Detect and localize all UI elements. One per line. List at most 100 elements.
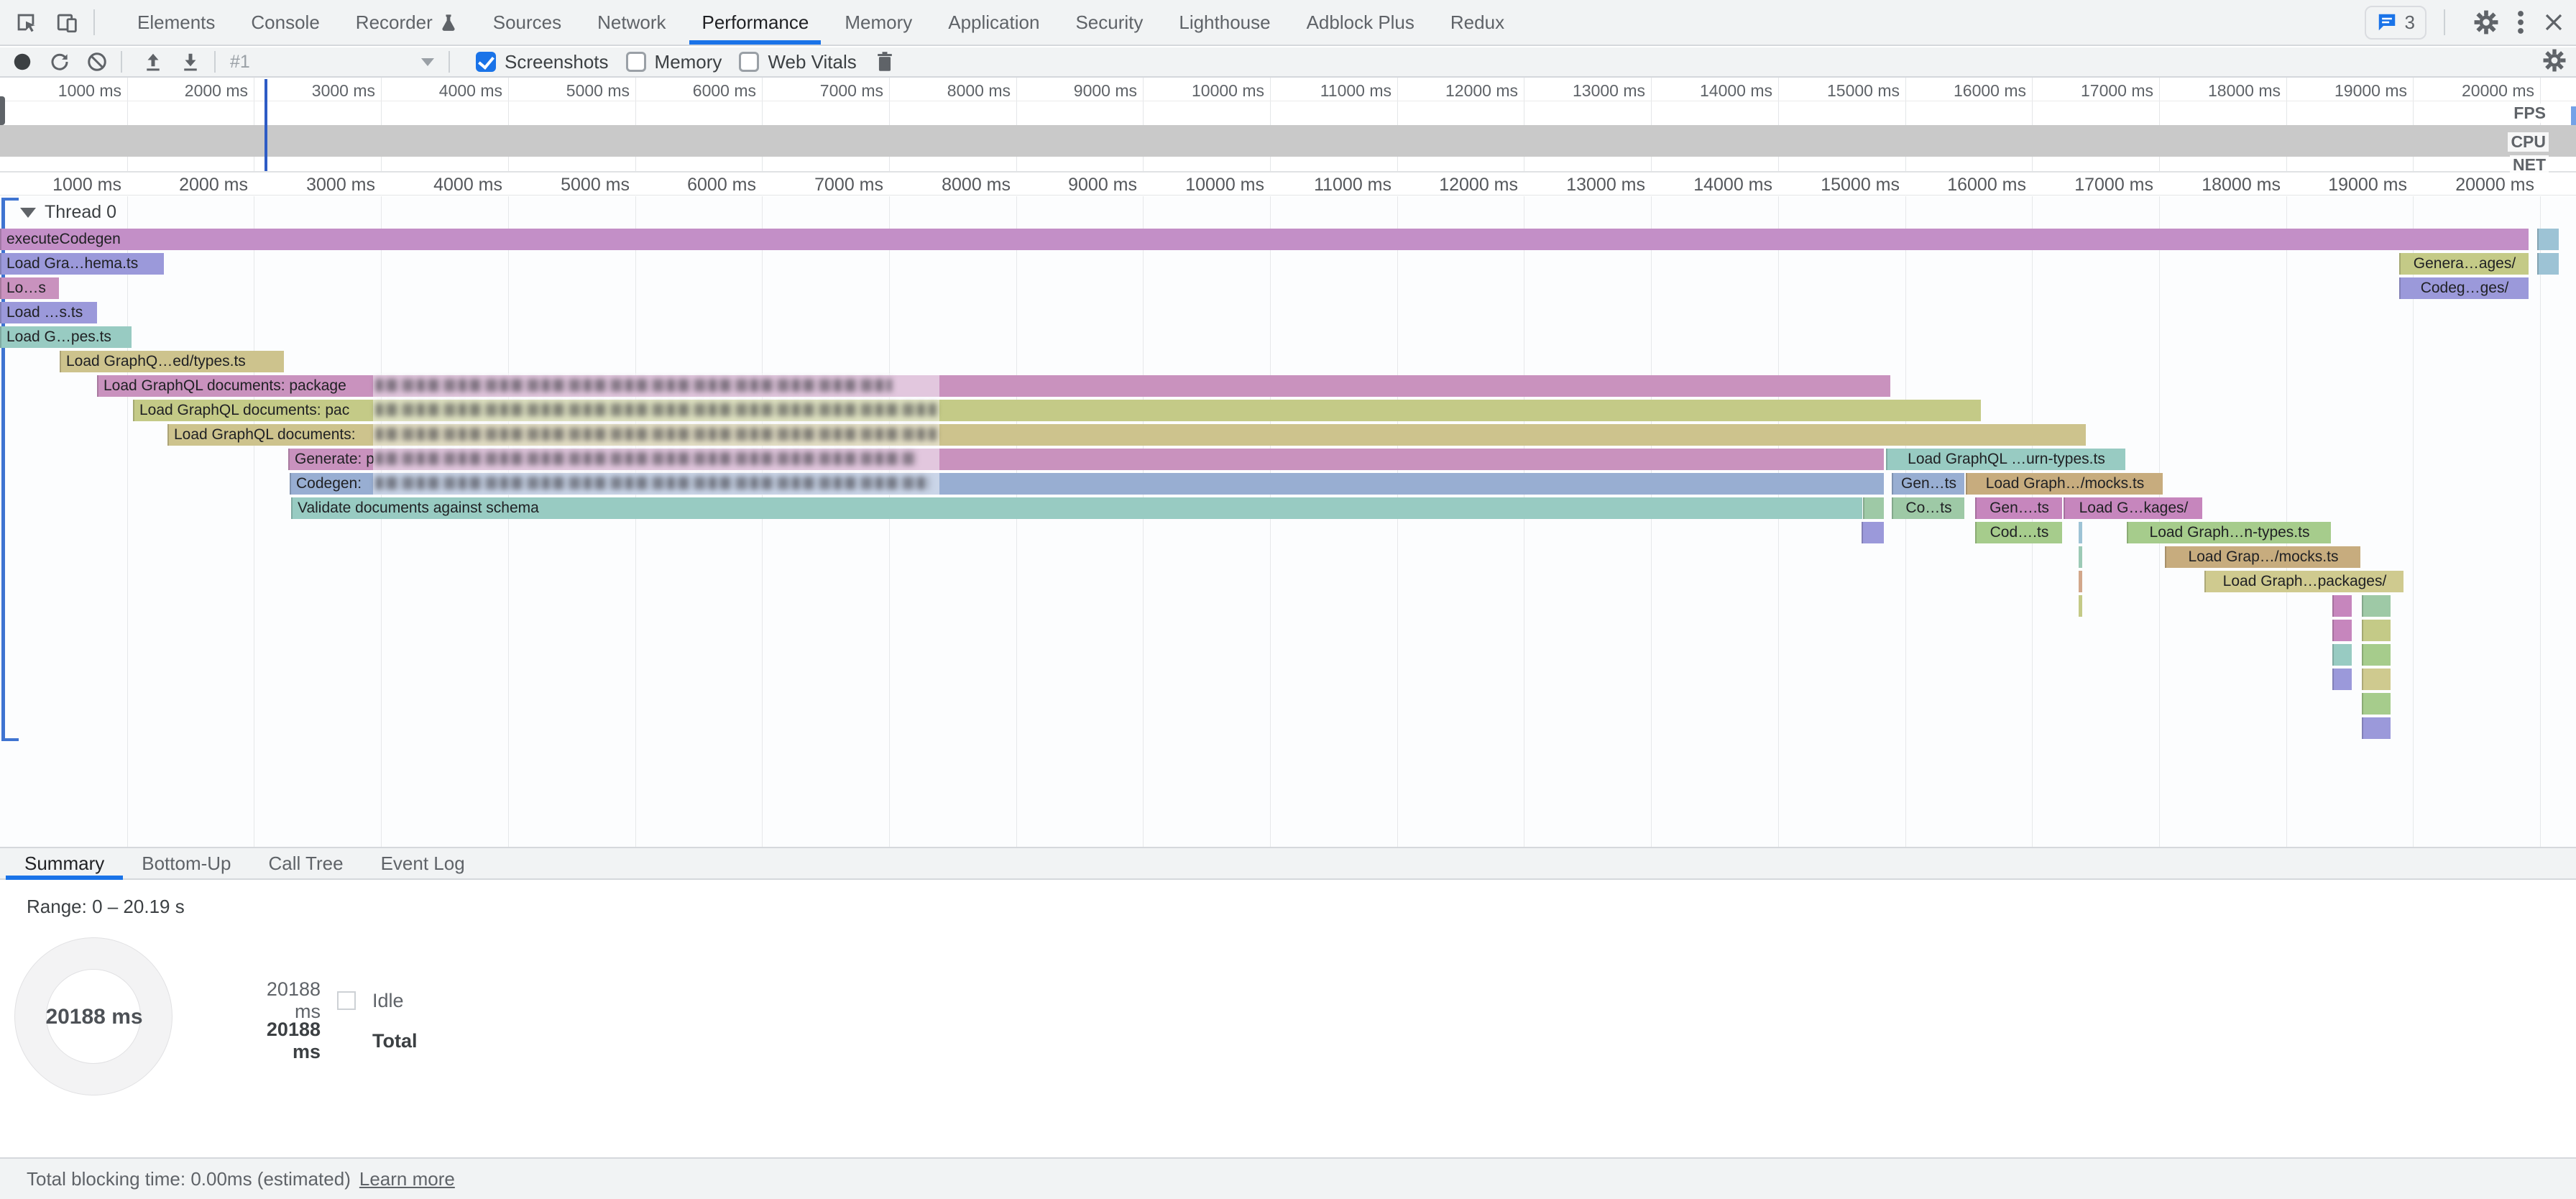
save-profile-button[interactable] [175,48,206,75]
tab-redux[interactable]: Redux [1432,0,1522,45]
flame-bar[interactable]: Load Graph…/mocks.ts [1966,473,2163,495]
kebab-menu-icon[interactable] [2517,9,2524,35]
timeline-overview[interactable]: 1000 ms2000 ms3000 ms4000 ms5000 ms6000 … [0,78,2576,173]
overview-tick-label: 17000 ms [2010,81,2153,101]
flame-bar-fragment[interactable] [2362,669,2391,690]
flame-bar[interactable]: Validate documents against schema [291,497,1862,519]
overview-cursor-line[interactable] [264,79,267,171]
chat-icon [2376,12,2398,33]
flame-bar-fragment[interactable] [2079,522,2082,543]
flame-bar[interactable]: Gen….ts [1975,497,2062,519]
memory-checkbox[interactable] [626,52,646,72]
tab-performance[interactable]: Performance [684,0,827,45]
window-left-handle[interactable] [0,96,5,125]
flame-bar-fragment[interactable] [2332,669,2352,690]
flame-bar[interactable]: Load GraphQL …urn-types.ts [1886,449,2125,470]
flame-bar[interactable]: Lo…s [0,277,59,299]
bottom-tab-event-log[interactable]: Event Log [362,848,484,878]
tab-memory[interactable]: Memory [827,0,930,45]
web-vitals-checkbox[interactable] [739,52,759,72]
trash-icon[interactable] [870,48,900,75]
flame-bar[interactable]: Load GraphQ…ed/types.ts [60,351,284,372]
tab-adblock-plus[interactable]: Adblock Plus [1289,0,1432,45]
load-profile-button[interactable] [138,48,168,75]
flame-bar-fragment[interactable] [2332,644,2352,666]
tab-lighthouse[interactable]: Lighthouse [1161,0,1288,45]
flame-bar-fragment[interactable] [2079,546,2082,568]
flame-bar-fragment[interactable] [2362,595,2391,617]
screenshots-checkbox[interactable] [476,52,496,72]
flame-chart[interactable]: Thread 0 executeCodegen Load Gra…hema.ts G… [0,196,2576,847]
tab-console[interactable]: Console [233,0,337,45]
flame-bar[interactable]: Gen…ts [1892,473,1964,495]
checkbox-memory[interactable]: Memory [626,51,722,73]
flame-bar[interactable]: Genera…ages/ [2399,253,2529,275]
flame-bar-fragment[interactable] [2362,693,2391,715]
flame-bar[interactable]: Cod….ts [1975,522,2062,543]
bottom-tabbar: SummaryBottom-UpCall TreeEvent Log [0,847,2576,880]
redacted-text [376,379,892,392]
flame-bar-fragment[interactable] [2332,595,2352,617]
legend-row-total: 20188 ms Total [237,1021,418,1061]
flame-bar-fragment[interactable] [1862,522,1884,543]
flame-bar-fragment[interactable] [2537,253,2559,275]
flame-bar-fragment[interactable] [2537,229,2559,250]
flame-tick-label: 4000 ms [359,175,502,196]
flame-bar[interactable]: Load Graph…packages/ [2204,571,2404,592]
redacted-text [376,403,937,416]
panel-settings-gear-icon[interactable] [2543,49,2566,75]
inspect-element-icon[interactable] [10,6,42,38]
tab-application[interactable]: Application [930,0,1057,45]
flame-bar-fragment[interactable] [1863,497,1884,519]
bottom-tab-call-tree[interactable]: Call Tree [250,848,362,878]
flame-bar-fragment[interactable] [2332,620,2352,641]
flame-bar[interactable]: Load G…kages/ [2064,497,2202,519]
tab-security[interactable]: Security [1057,0,1161,45]
bottom-tab-summary[interactable]: Summary [6,848,123,878]
learn-more-link[interactable]: Learn more [359,1168,455,1190]
flame-bar[interactable]: Co…ts [1892,497,1964,519]
history-select[interactable]: #1 [224,52,440,73]
flame-bar-fragment[interactable] [2079,595,2082,617]
flame-bar[interactable]: Load Grap…/mocks.ts [2165,546,2360,568]
flame-bar-fragment[interactable] [2362,717,2391,739]
checkbox-web-vitals[interactable]: Web Vitals [739,51,856,73]
history-current-label: #1 [230,52,250,73]
device-toolbar-icon[interactable] [52,6,83,38]
chat-issues-button[interactable]: 3 [2365,6,2426,40]
flame-bar-fragment[interactable] [2079,571,2082,592]
settings-gear-icon[interactable] [2474,10,2498,35]
tab-label: Application [948,12,1039,34]
flame-bar[interactable]: Codeg…ges/ [2399,277,2529,299]
flame-bar[interactable]: Load GraphQL documents: package [97,375,1890,397]
idle-value: 20188 ms [237,978,321,1023]
flame-tick-label: 6000 ms [612,175,756,196]
tab-elements[interactable]: Elements [119,0,233,45]
clear-button[interactable] [82,48,112,75]
flame-tick-label: 7000 ms [740,175,883,196]
flame-bar-fragment[interactable] [2362,644,2391,666]
flame-bar[interactable]: Load Graph…n-types.ts [2127,522,2331,543]
flame-tick-label: 8000 ms [867,175,1011,196]
reload-and-record-button[interactable] [45,48,75,75]
overview-tick-label: 19000 ms [2263,81,2407,101]
tab-label: Performance [702,12,809,34]
checkbox-screenshots[interactable]: Screenshots [476,51,609,73]
bottom-tab-bottom-up[interactable]: Bottom-Up [123,848,249,878]
tab-label: Sources [493,12,561,34]
close-icon[interactable] [2543,12,2564,33]
flame-bar-fragment[interactable] [2362,620,2391,641]
flame-bar[interactable]: Load Gra…hema.ts [0,253,164,275]
tab-recorder[interactable]: Recorder [338,0,475,45]
tab-sources[interactable]: Sources [475,0,579,45]
flame-bar[interactable]: executeCodegen [0,229,2529,250]
thread-header[interactable]: Thread 0 [20,202,116,223]
flame-bar[interactable]: Load …s.ts [0,302,97,323]
thread-label: Thread 0 [45,202,116,223]
overview-tick-label: 8000 ms [867,81,1011,101]
record-button[interactable] [7,48,37,75]
tab-network[interactable]: Network [579,0,684,45]
flame-bar[interactable]: Load G…pes.ts [0,326,132,348]
overview-tick-label: 20000 ms [2391,81,2534,101]
overview-tick-label: 7000 ms [740,81,883,101]
